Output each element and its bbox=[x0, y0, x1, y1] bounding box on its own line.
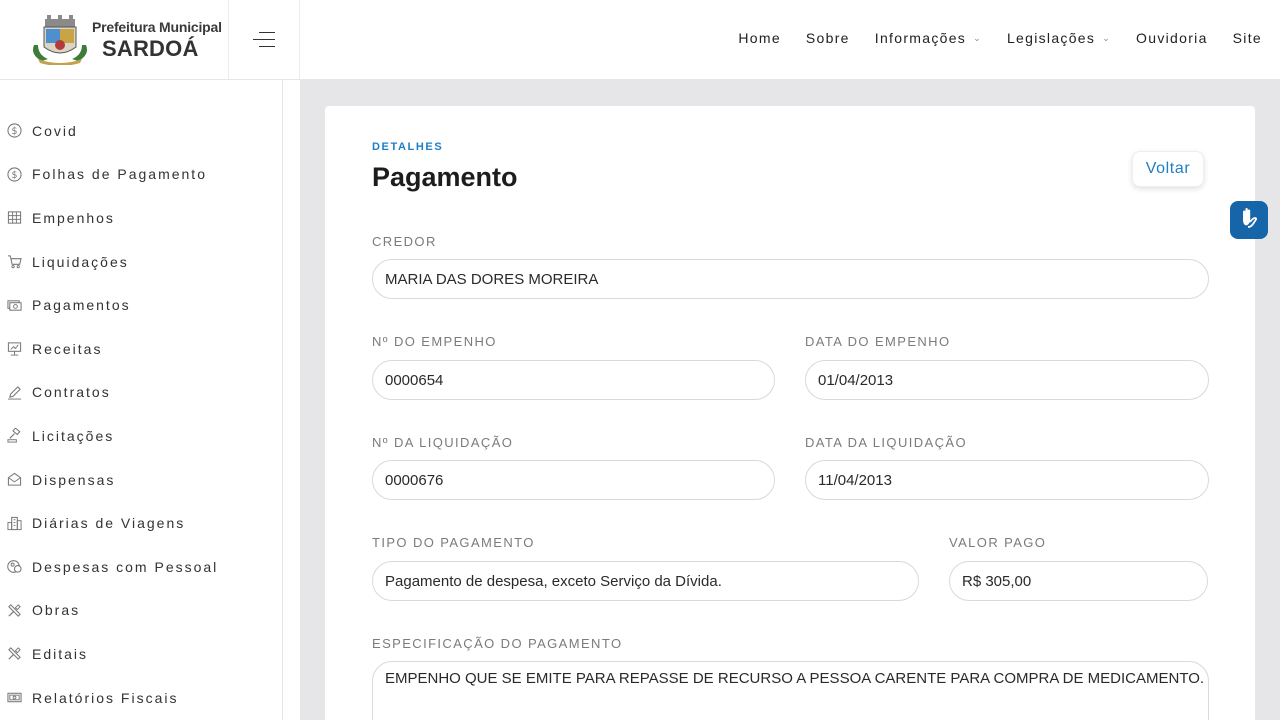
nav-legislacoes[interactable]: Legislações ⌄ bbox=[1007, 30, 1111, 46]
sidebar-item-folhas[interactable]: $ Folhas de Pagamento bbox=[0, 153, 282, 197]
tipo-pagamento-label: TIPO DO PAGAMENTO bbox=[372, 535, 535, 550]
nav-informacoes-label: Informações bbox=[874, 30, 967, 46]
sidebar-item-label: Diárias de Viagens bbox=[32, 515, 186, 532]
sidebar-item-despesas-pessoal[interactable]: Despesas com Pessoal bbox=[0, 545, 282, 589]
svg-text:$: $ bbox=[11, 170, 17, 181]
cart-icon bbox=[6, 254, 22, 270]
sidebar-item-label: Despesas com Pessoal bbox=[32, 558, 219, 575]
especificacao-label: ESPECIFICAÇÃO DO PAGAMENTO bbox=[372, 636, 623, 651]
tipo-pagamento-field[interactable]: Pagamento de despesa, exceto Serviço da … bbox=[372, 561, 919, 601]
sidebar-item-covid[interactable]: $ Covid bbox=[0, 109, 282, 153]
sidebar-item-label: Obras bbox=[32, 602, 81, 619]
data-liquidacao-field[interactable]: 11/04/2013 bbox=[805, 460, 1209, 500]
sidebar-item-label: Licitações bbox=[32, 427, 115, 444]
payment-details-card: DETALHES Pagamento Voltar CREDOR MARIA D… bbox=[325, 106, 1255, 720]
sidebar-item-label: Dispensas bbox=[32, 471, 116, 488]
valor-pago-label: VALOR PAGO bbox=[949, 535, 1047, 550]
nav-home-label: Home bbox=[738, 30, 781, 46]
sign-language-button[interactable] bbox=[1230, 201, 1268, 239]
tools-icon bbox=[6, 602, 22, 618]
dollar-circle-icon: $ bbox=[6, 166, 22, 182]
building-icon bbox=[6, 515, 22, 531]
gavel-icon bbox=[6, 428, 22, 444]
sidebar-item-label: Covid bbox=[32, 122, 78, 139]
people-coin-icon bbox=[6, 559, 22, 575]
sidebar-item-pagamentos[interactable]: Pagamentos bbox=[0, 283, 282, 327]
coat-of-arms-icon bbox=[28, 14, 92, 66]
logo-line2: SARDOÁ bbox=[102, 35, 199, 61]
logo-line1: Prefeitura Municipal bbox=[92, 18, 222, 35]
especificacao-field[interactable]: EMPENHO QUE SE EMITE PARA REPASSE DE REC… bbox=[372, 661, 1209, 720]
top-header: Prefeitura Municipal SARDOÁ Home Sobre I… bbox=[0, 0, 1280, 80]
ledger-icon bbox=[6, 210, 22, 226]
data-empenho-label: DATA DO EMPENHO bbox=[805, 334, 951, 349]
back-button[interactable]: Voltar bbox=[1132, 151, 1204, 187]
sidebar-item-licitacoes[interactable]: Licitações bbox=[0, 414, 282, 458]
data-empenho-field[interactable]: 01/04/2013 bbox=[805, 360, 1209, 400]
nav-legislacoes-label: Legislações bbox=[1006, 30, 1096, 46]
sidebar-item-label: Receitas bbox=[32, 340, 103, 357]
credor-field[interactable]: MARIA DAS DORES MOREIRA bbox=[372, 259, 1209, 299]
sidebar-item-diarias[interactable]: Diárias de Viagens bbox=[0, 501, 282, 545]
sidebar-item-label: Pagamentos bbox=[32, 297, 131, 314]
hamburger-icon bbox=[253, 31, 275, 48]
top-navigation: Home Sobre Informações ⌄ Legislações ⌄ Ouv… bbox=[713, 0, 1262, 76]
sidebar-item-liquidacoes[interactable]: Liquidações bbox=[0, 240, 282, 284]
sidebar-item-empenhos[interactable]: Empenhos bbox=[0, 196, 282, 240]
sidebar-item-label: Editais bbox=[32, 645, 89, 662]
sidebar-item-relatorios-fiscais[interactable]: Relatórios Fiscais bbox=[0, 676, 282, 720]
svg-text:$: $ bbox=[11, 126, 17, 137]
sidebar-item-editais[interactable]: Editais bbox=[0, 632, 282, 676]
num-empenho-field[interactable]: 0000654 bbox=[372, 360, 775, 400]
sidebar-item-label: Folhas de Pagamento bbox=[32, 166, 207, 183]
sidebar-item-dispensas[interactable]: Dispensas bbox=[0, 458, 282, 502]
sidebar-gutter bbox=[283, 80, 300, 720]
hands-icon bbox=[1237, 206, 1261, 235]
data-liquidacao-label: DATA DA LIQUIDAÇÃO bbox=[805, 435, 967, 450]
money-icon bbox=[6, 297, 22, 313]
nav-site-label: Site bbox=[1232, 30, 1262, 46]
sidebar-item-receitas[interactable]: Receitas bbox=[0, 327, 282, 371]
sidebar-item-label: Liquidações bbox=[32, 253, 129, 270]
sidebar-item-obras[interactable]: Obras bbox=[0, 589, 282, 633]
dollar-circle-icon: $ bbox=[6, 123, 22, 139]
num-empenho-label: Nº DO EMPENHO bbox=[372, 334, 497, 349]
valor-pago-field[interactable]: R$ 305,00 bbox=[949, 561, 1208, 601]
sidebar-item-label: Empenhos bbox=[32, 209, 115, 226]
sidebar-item-contratos[interactable]: Contratos bbox=[0, 371, 282, 415]
tools-icon bbox=[6, 646, 22, 662]
nav-sobre[interactable]: Sobre bbox=[806, 30, 850, 46]
menu-toggle-button[interactable] bbox=[229, 0, 300, 79]
chevron-down-icon: ⌄ bbox=[973, 32, 982, 43]
page-title: Pagamento bbox=[372, 162, 518, 192]
nav-ouvidoria-label: Ouvidoria bbox=[1136, 30, 1208, 46]
nav-sobre-label: Sobre bbox=[805, 30, 850, 46]
municipal-logo[interactable]: Prefeitura Municipal SARDOÁ bbox=[0, 0, 229, 79]
sidebar-item-label: Contratos bbox=[32, 384, 111, 401]
sidebar-item-label: Relatórios Fiscais bbox=[32, 689, 179, 706]
sidebar: $ Covid $ Folhas de Pagamento Empenhos L… bbox=[0, 80, 283, 720]
nav-ouvidoria[interactable]: Ouvidoria bbox=[1136, 30, 1208, 46]
nav-informacoes[interactable]: Informações ⌄ bbox=[875, 30, 982, 46]
nav-home[interactable]: Home bbox=[738, 30, 781, 46]
mail-open-icon bbox=[6, 472, 22, 488]
section-kicker: DETALHES bbox=[372, 141, 444, 153]
num-liquidacao-label: Nº DA LIQUIDAÇÃO bbox=[372, 435, 514, 450]
credor-label: CREDOR bbox=[372, 234, 437, 249]
bill-icon bbox=[6, 690, 22, 706]
presentation-icon bbox=[6, 341, 22, 357]
chevron-down-icon: ⌄ bbox=[1102, 32, 1112, 43]
nav-site[interactable]: Site bbox=[1233, 30, 1262, 46]
num-liquidacao-field[interactable]: 0000676 bbox=[372, 460, 775, 500]
pen-icon bbox=[6, 384, 22, 400]
